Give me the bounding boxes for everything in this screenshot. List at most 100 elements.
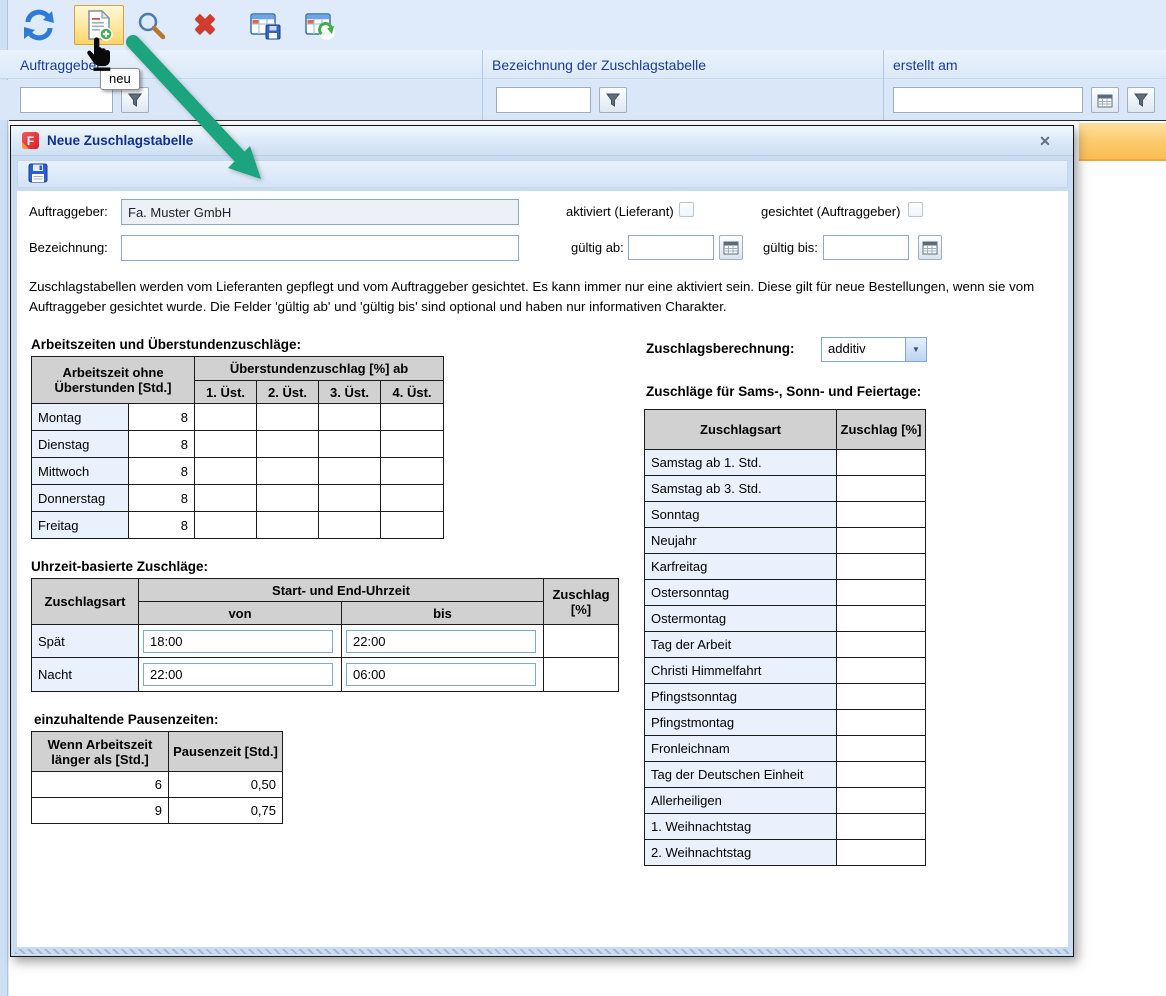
holiday-value-cell[interactable] [837, 736, 926, 762]
auftraggeber-field[interactable] [121, 199, 519, 225]
worktime-subcol: 3. Üst. [319, 381, 381, 404]
main-toolbar: ✖ [0, 0, 1166, 49]
worktime-table: Arbeitszeit ohne Überstunden [Std.] Über… [31, 356, 444, 539]
aktiviert-checkbox[interactable] [679, 202, 694, 217]
uest-cell[interactable] [257, 458, 319, 485]
gueltig-bis-calendar-button[interactable] [918, 235, 942, 260]
von-time-field[interactable] [143, 663, 333, 686]
table-row: 2. Weihnachtstag [645, 840, 926, 866]
uest-cell[interactable] [381, 512, 444, 539]
save-button[interactable] [28, 163, 50, 185]
worktime-heading: Arbeitszeiten und Überstundenzuschläge: [31, 337, 301, 352]
calc-dropdown[interactable]: additiv ▼ [821, 337, 927, 362]
bezeichnung-field[interactable] [121, 235, 519, 261]
holiday-value-cell[interactable] [837, 476, 926, 502]
uest-cell[interactable] [381, 458, 444, 485]
table-row: Tag der Arbeit [645, 632, 926, 658]
holiday-value-cell[interactable] [837, 762, 926, 788]
funnel-icon [127, 92, 143, 108]
uest-cell[interactable] [381, 485, 444, 512]
gueltig-ab-field[interactable] [628, 235, 714, 260]
table-row: Ostermontag [645, 606, 926, 632]
table-row: Samstag ab 3. Std. [645, 476, 926, 502]
selected-grid-row[interactable] [1079, 123, 1166, 161]
export-table-button[interactable] [302, 10, 338, 42]
bis-time-field[interactable] [346, 630, 536, 653]
uest-cell[interactable] [319, 458, 381, 485]
bis-time-field[interactable] [346, 663, 536, 686]
table-row: Pfingstsonntag [645, 684, 926, 710]
dialog-titlebar[interactable]: F Neue Zuschlagstabelle ✕ [11, 126, 1073, 156]
table-row: 1. Weihnachtstag [645, 814, 926, 840]
holiday-value-cell[interactable] [837, 606, 926, 632]
filter-input-erstellt-am[interactable] [893, 87, 1083, 113]
gueltig-ab-calendar-button[interactable] [719, 235, 743, 260]
holiday-label: Ostersonntag [645, 580, 837, 606]
uest-cell[interactable] [381, 404, 444, 431]
holiday-value-cell[interactable] [837, 528, 926, 554]
time-col-group: Start- und End-Uhrzeit [139, 579, 544, 602]
search-button[interactable] [134, 10, 168, 42]
filter-button-bezeichnung[interactable] [599, 87, 627, 113]
uest-cell[interactable] [257, 512, 319, 539]
table-row: Spät [32, 625, 619, 658]
hours-cell[interactable]: 8 [129, 458, 195, 485]
column-header-erstellt-am[interactable]: erstellt am [893, 57, 958, 73]
pause-cell[interactable]: 0,75 [169, 798, 283, 824]
uest-cell[interactable] [257, 485, 319, 512]
uest-cell[interactable] [319, 404, 381, 431]
holiday-value-cell[interactable] [837, 450, 926, 476]
uest-cell[interactable] [257, 431, 319, 458]
uest-cell[interactable] [195, 512, 257, 539]
hours-cell[interactable]: 8 [129, 512, 195, 539]
holiday-value-cell[interactable] [837, 658, 926, 684]
von-time-field[interactable] [143, 630, 333, 653]
uest-cell[interactable] [195, 404, 257, 431]
close-icon[interactable]: ✕ [1035, 131, 1055, 151]
chevron-down-icon[interactable]: ▼ [905, 338, 926, 361]
hours-cell[interactable]: 8 [129, 431, 195, 458]
uest-cell[interactable] [257, 404, 319, 431]
threshold-cell[interactable]: 9 [32, 798, 169, 824]
column-header-bezeichnung[interactable]: Bezeichnung der Zuschlagstabelle [492, 57, 706, 73]
info-text: Zuschlagstabellen werden vom Lieferanten… [29, 277, 1061, 317]
save-layout-button[interactable] [247, 10, 283, 42]
pause-cell[interactable]: 0,50 [169, 772, 283, 798]
uest-cell[interactable] [195, 485, 257, 512]
table-row: Ostersonntag [645, 580, 926, 606]
funnel-icon [1133, 92, 1149, 108]
holiday-value-cell[interactable] [837, 684, 926, 710]
dialog-resize-grip[interactable] [15, 949, 1069, 954]
table-row: Dienstag 8 [32, 431, 444, 458]
uest-cell[interactable] [319, 431, 381, 458]
zuschlag-cell[interactable] [544, 658, 619, 692]
holiday-value-cell[interactable] [837, 814, 926, 840]
uest-cell[interactable] [319, 485, 381, 512]
day-label: Donnerstag [32, 485, 129, 512]
gueltig-bis-field[interactable] [823, 235, 909, 260]
filter-button-auftraggeber[interactable] [121, 87, 149, 113]
filter-button-erstellt-am[interactable] [1127, 87, 1155, 113]
gesichtet-checkbox[interactable] [908, 202, 923, 217]
uest-cell[interactable] [319, 512, 381, 539]
hours-cell[interactable]: 8 [129, 404, 195, 431]
holiday-value-cell[interactable] [837, 632, 926, 658]
holiday-value-cell[interactable] [837, 788, 926, 814]
threshold-cell[interactable]: 6 [32, 772, 169, 798]
holiday-value-cell[interactable] [837, 580, 926, 606]
filter-input-bezeichnung[interactable] [496, 87, 591, 113]
uest-cell[interactable] [381, 431, 444, 458]
uest-cell[interactable] [195, 458, 257, 485]
delete-button[interactable]: ✖ [188, 8, 222, 42]
zuschlag-cell[interactable] [544, 625, 619, 658]
holiday-value-cell[interactable] [837, 710, 926, 736]
holiday-value-cell[interactable] [837, 840, 926, 866]
holiday-value-cell[interactable] [837, 554, 926, 580]
refresh-button[interactable] [20, 8, 58, 42]
holiday-value-cell[interactable] [837, 502, 926, 528]
worktime-subcol: 1. Üst. [195, 381, 257, 404]
date-picker-button-erstellt-am[interactable] [1091, 87, 1119, 113]
hours-cell[interactable]: 8 [129, 485, 195, 512]
filter-input-auftraggeber[interactable] [20, 87, 113, 113]
uest-cell[interactable] [195, 431, 257, 458]
